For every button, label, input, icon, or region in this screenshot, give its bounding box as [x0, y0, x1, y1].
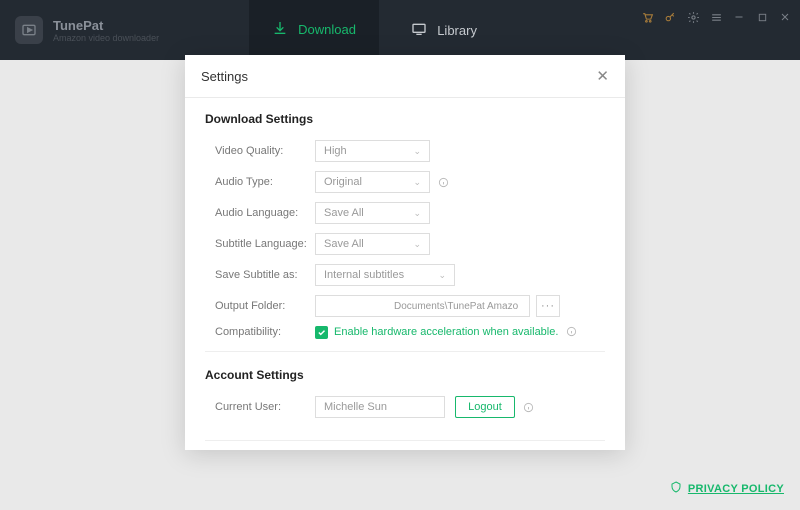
window-controls: [640, 0, 792, 60]
video-quality-select[interactable]: High ⌄: [315, 140, 430, 162]
logout-button[interactable]: Logout: [455, 396, 515, 418]
brand-logo-icon: [15, 16, 43, 44]
row-save-subtitle-as: Save Subtitle as: Internal subtitles ⌄: [205, 264, 605, 286]
info-icon[interactable]: [566, 326, 577, 337]
cart-icon[interactable]: [640, 10, 654, 24]
audio-lang-select[interactable]: Save All ⌄: [315, 202, 430, 224]
compat-text: Enable hardware acceleration when availa…: [334, 326, 558, 338]
modal-title: Settings: [201, 69, 248, 84]
top-bar: TunePat Amazon video downloader Download…: [0, 0, 800, 60]
audio-lang-value: Save All: [324, 207, 364, 219]
close-icon[interactable]: ✕: [596, 67, 609, 85]
divider: [205, 351, 605, 352]
row-audio-type: Audio Type: Original ⌄: [205, 171, 605, 193]
info-icon[interactable]: [523, 402, 534, 413]
row-video-quality: Video Quality: High ⌄: [205, 140, 605, 162]
row-compatibility: Compatibility: Enable hardware accelerat…: [205, 326, 605, 339]
tab-download-label: Download: [298, 22, 356, 37]
save-sub-value: Internal subtitles: [324, 269, 404, 281]
info-icon[interactable]: [438, 177, 449, 188]
brand-name: TunePat: [53, 18, 159, 33]
compat-label: Compatibility:: [205, 326, 315, 338]
chevron-down-icon: ⌄: [438, 270, 446, 281]
video-quality-label: Video Quality:: [205, 145, 315, 157]
modal-body: Download Settings Video Quality: High ⌄ …: [185, 98, 625, 450]
output-folder-path[interactable]: Documents\TunePat Amazo: [315, 295, 530, 317]
current-user-value: Michelle Sun: [324, 401, 387, 413]
output-folder-value: Documents\TunePat Amazo: [394, 301, 518, 312]
audio-type-value: Original: [324, 176, 362, 188]
row-audio-language: Audio Language: Save All ⌄: [205, 202, 605, 224]
audio-type-select[interactable]: Original ⌄: [315, 171, 430, 193]
audio-lang-label: Audio Language:: [205, 207, 315, 219]
settings-modal: Settings ✕ Download Settings Video Quali…: [185, 55, 625, 450]
row-current-user: Current User: Michelle Sun Logout: [205, 396, 605, 418]
settings-icon[interactable]: [686, 10, 700, 24]
section-account-title: Account Settings: [205, 368, 605, 382]
current-user-label: Current User:: [205, 401, 315, 413]
library-icon: [411, 21, 427, 40]
tab-library-label: Library: [437, 23, 477, 38]
tab-download[interactable]: Download: [249, 0, 379, 60]
modal-header: Settings ✕: [185, 55, 625, 98]
browse-button[interactable]: ···: [536, 295, 560, 317]
sub-lang-label: Subtitle Language:: [205, 238, 315, 250]
output-folder-label: Output Folder:: [205, 300, 315, 312]
row-subtitle-language: Subtitle Language: Save All ⌄: [205, 233, 605, 255]
brand-subtitle: Amazon video downloader: [53, 33, 159, 43]
close-window-icon[interactable]: [778, 10, 792, 24]
chevron-down-icon: ⌄: [413, 146, 421, 157]
shield-icon: [670, 480, 682, 498]
chevron-down-icon: ⌄: [413, 239, 421, 250]
tab-library[interactable]: Library: [379, 0, 509, 60]
section-download-title: Download Settings: [205, 112, 605, 126]
download-icon: [272, 20, 288, 39]
privacy-text: PRIVACY POLICY: [688, 483, 784, 495]
chevron-down-icon: ⌄: [413, 208, 421, 219]
nav-tabs: Download Library: [249, 0, 509, 60]
minimize-icon[interactable]: [732, 10, 746, 24]
current-user-field: Michelle Sun: [315, 396, 445, 418]
audio-type-label: Audio Type:: [205, 176, 315, 188]
divider: [205, 440, 605, 441]
save-sub-label: Save Subtitle as:: [205, 269, 315, 281]
key-icon[interactable]: [663, 10, 677, 24]
compat-checkbox[interactable]: [315, 326, 328, 339]
chevron-down-icon: ⌄: [413, 177, 421, 188]
menu-icon[interactable]: [709, 10, 723, 24]
privacy-link[interactable]: PRIVACY POLICY: [670, 480, 784, 498]
brand: TunePat Amazon video downloader: [0, 16, 159, 44]
save-sub-select[interactable]: Internal subtitles ⌄: [315, 264, 455, 286]
video-quality-value: High: [324, 145, 347, 157]
row-output-folder: Output Folder: Documents\TunePat Amazo ·…: [205, 295, 605, 317]
sub-lang-value: Save All: [324, 238, 364, 250]
sub-lang-select[interactable]: Save All ⌄: [315, 233, 430, 255]
maximize-icon[interactable]: [755, 10, 769, 24]
